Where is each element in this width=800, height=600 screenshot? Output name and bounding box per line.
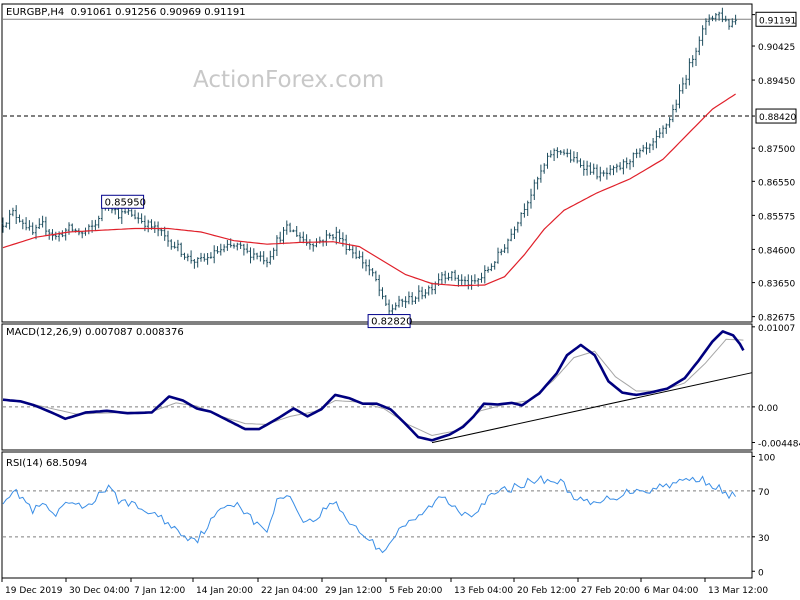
time-axis-label: 13 Mar 12:00	[708, 586, 768, 596]
rsi-axis-label: 0	[758, 568, 764, 578]
price-axis-label: 0.90425	[758, 43, 795, 53]
time-axis-label: 29 Jan 12:00	[325, 586, 382, 596]
time-axis-label: 19 Dec 2019	[5, 586, 63, 596]
macd-axis-label: 0.01007	[758, 324, 795, 334]
price-axis-label: 0.83650	[758, 280, 795, 290]
current-price-line-price-label: 0.91191	[759, 16, 796, 26]
time-axis-label: 22 Jan 04:00	[261, 586, 318, 596]
price-axis-label: 0.89450	[758, 77, 795, 87]
price-annotation-label: 0.82820	[371, 317, 412, 328]
price-axis-label: 0.85575	[758, 212, 795, 222]
rsi-axis-label: 100	[758, 453, 775, 463]
price-annotation-label: 0.85950	[105, 197, 146, 208]
price-panel-title: EURGBP,H4 0.91061 0.91256 0.90969 0.9119…	[6, 7, 246, 18]
macd-panel-title: MACD(12,26,9) 0.007087 0.008376	[6, 327, 184, 338]
price-axis-label: 0.82675	[758, 314, 795, 324]
rsi-axis-label: 30	[758, 534, 770, 544]
time-axis-label: 7 Jan 12:00	[134, 586, 186, 596]
time-axis-label: 5 Feb 20:00	[389, 586, 443, 596]
macd-axis-label: -0.004484	[758, 440, 800, 450]
time-axis-label: 20 Feb 12:00	[517, 586, 576, 596]
macd-axis-label: 0.00	[758, 404, 778, 414]
rsi-panel-title: RSI(14) 68.5094	[6, 458, 87, 469]
chart-canvas: ActionForex.com 0.85950 0.82820 EURGBP,H4…	[0, 0, 800, 600]
rsi-axis-label: 70	[758, 488, 770, 498]
watermark: ActionForex.com	[193, 67, 384, 93]
key-level-line-price-label: 0.88420	[759, 113, 796, 123]
time-axis-label: 6 Mar 04:00	[644, 586, 699, 596]
price-axis-label: 0.86550	[758, 178, 795, 188]
time-axis-label: 13 Feb 04:00	[454, 586, 513, 596]
time-axis-label: 27 Feb 20:00	[581, 586, 640, 596]
price-axis-label: 0.84600	[758, 246, 795, 256]
time-axis-label: 14 Jan 20:00	[196, 586, 253, 596]
time-axis-label: 30 Dec 04:00	[69, 586, 130, 596]
price-axis-label: 0.87500	[758, 145, 795, 155]
